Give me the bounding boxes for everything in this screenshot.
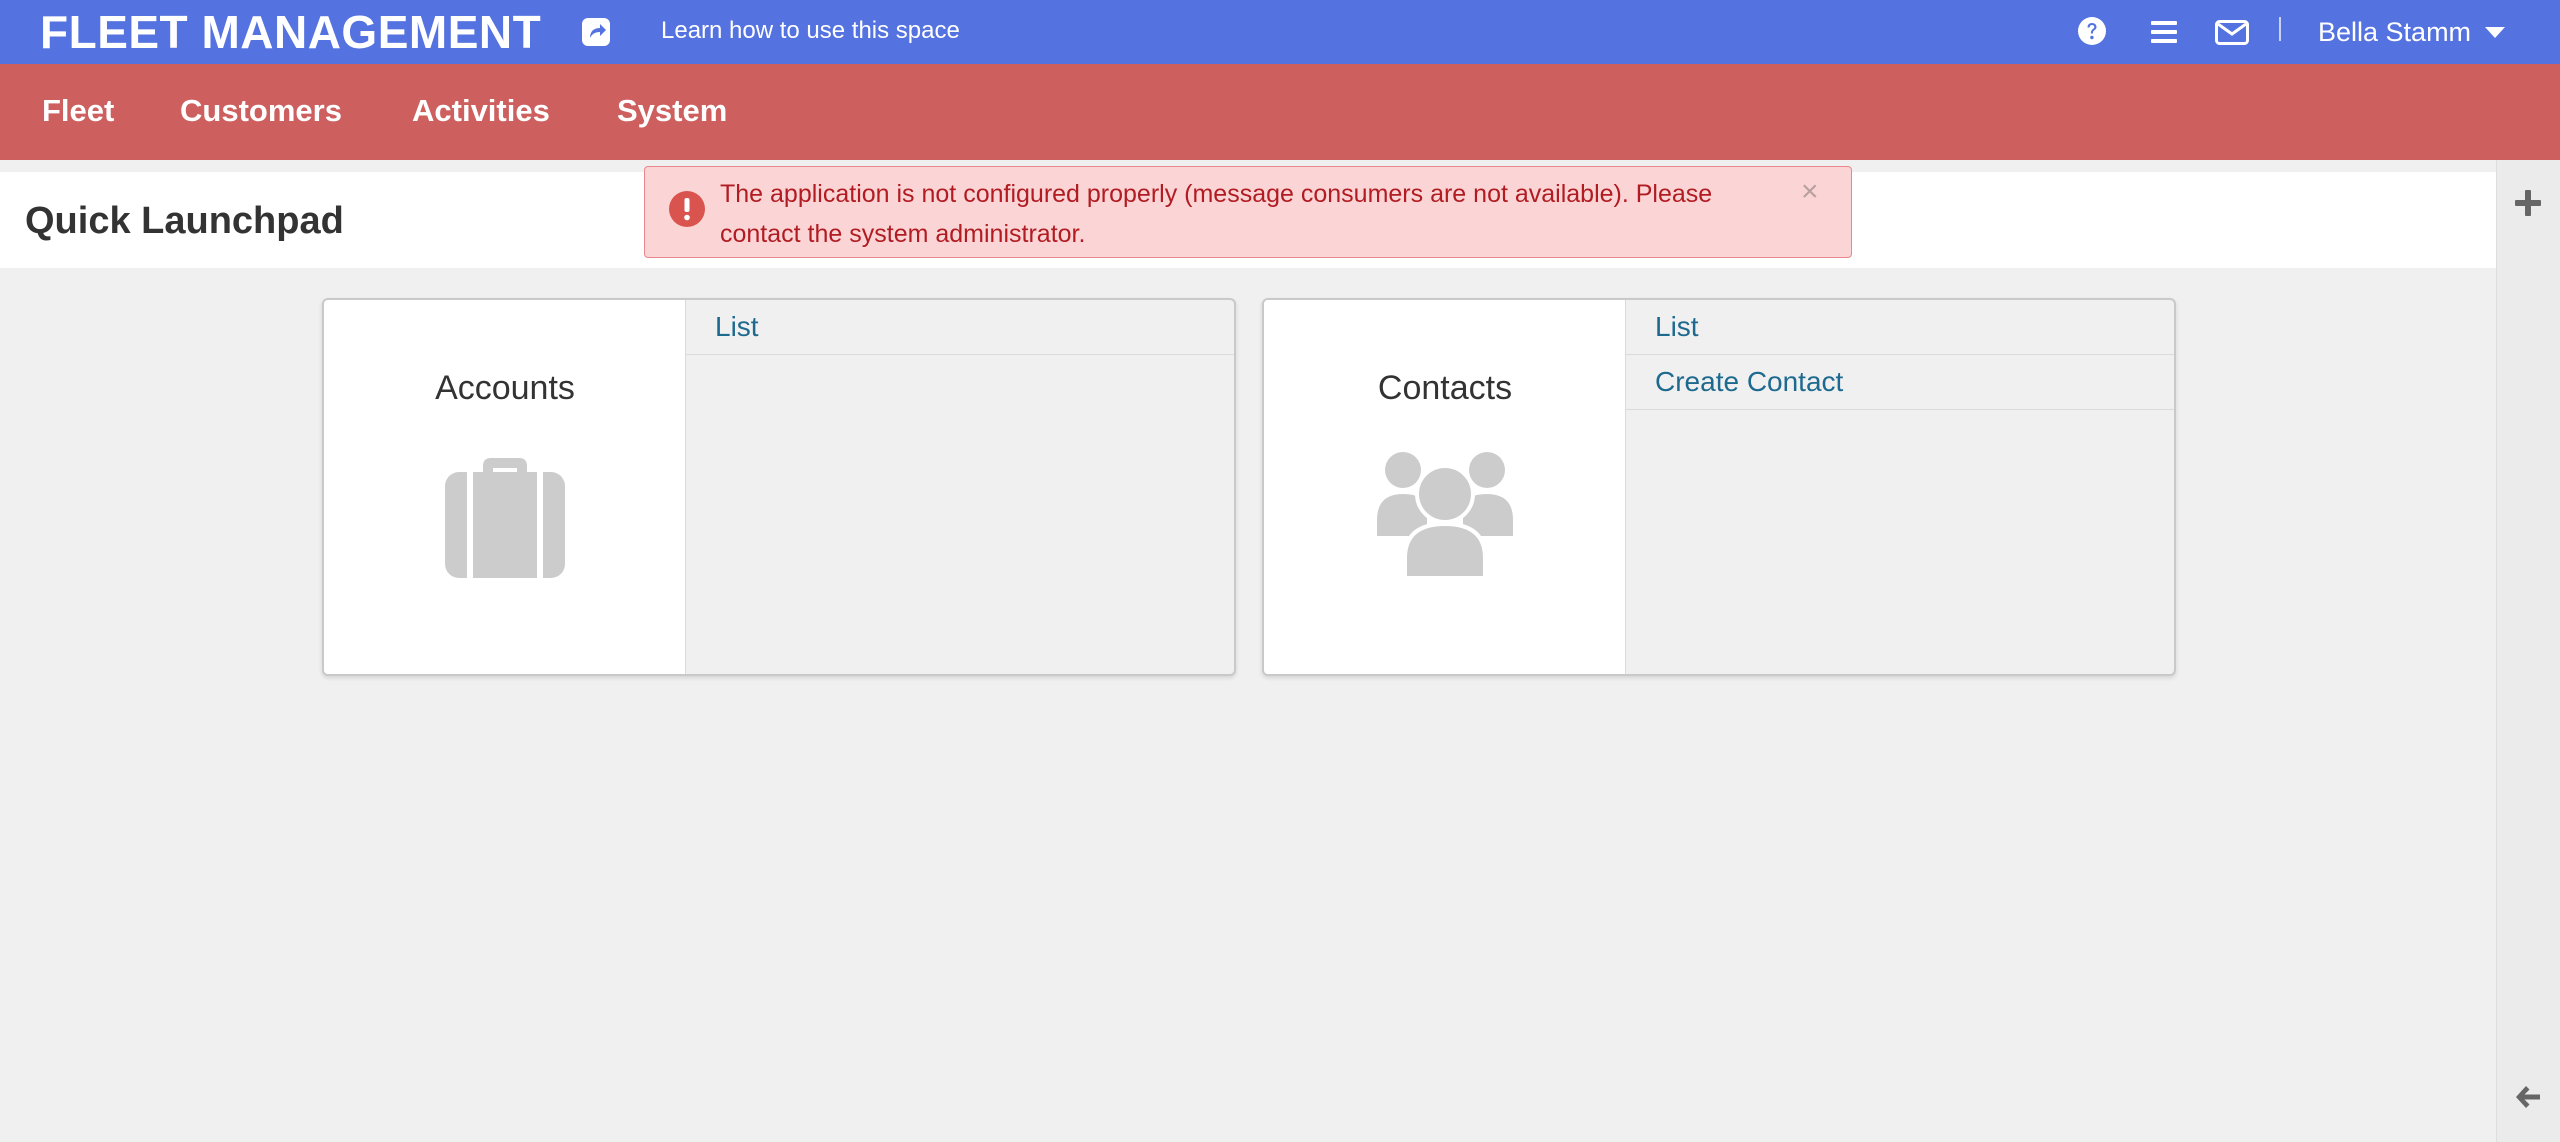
user-name[interactable]: Bella Stamm (2318, 14, 2471, 50)
help-icon[interactable] (2076, 15, 2108, 47)
contacts-card: Contacts List Create Contact (1262, 298, 2176, 676)
nav-item-fleet[interactable]: Fleet (42, 92, 114, 130)
share-icon[interactable] (580, 16, 612, 48)
list-menu-icon[interactable] (2148, 16, 2180, 48)
right-sidebar (2496, 160, 2560, 1142)
contacts-list-link[interactable]: List (1626, 300, 2174, 355)
topbar-divider (2279, 17, 2281, 41)
app-title[interactable]: FLEET MANAGEMENT (40, 6, 541, 58)
error-alert: The application is not configured proper… (644, 166, 1852, 258)
user-menu[interactable]: Bella Stamm (2318, 14, 2506, 50)
learn-how-link[interactable]: Learn how to use this space (661, 17, 960, 45)
card-title: Contacts (1377, 369, 1513, 407)
card-summary: Accounts (324, 300, 686, 674)
create-contact-link[interactable]: Create Contact (1626, 355, 2174, 410)
card-summary: Contacts (1264, 300, 1626, 674)
exclamation-circle-icon (668, 190, 706, 228)
card-links: List (686, 300, 1234, 355)
mail-icon[interactable] (2214, 16, 2250, 48)
nav-item-system[interactable]: System (617, 92, 727, 130)
page-title: Quick Launchpad (25, 200, 344, 242)
users-icon (1264, 450, 1626, 580)
nav-item-activities[interactable]: Activities (412, 92, 550, 130)
plus-icon[interactable] (2513, 188, 2543, 218)
accounts-list-link[interactable]: List (686, 300, 1234, 355)
card-title: Accounts (435, 369, 575, 407)
close-icon[interactable]: × (1801, 177, 1819, 207)
alert-message: The application is not configured proper… (720, 180, 1713, 248)
arrow-left-icon[interactable] (2513, 1082, 2543, 1112)
main-nav: Fleet Customers Activities System (0, 64, 2560, 160)
accounts-card: Accounts List (322, 298, 1236, 676)
caret-down-icon[interactable] (2485, 26, 2506, 38)
card-links: List Create Contact (1626, 300, 2174, 410)
nav-item-customers[interactable]: Customers (180, 92, 342, 130)
briefcase-icon (324, 450, 686, 578)
top-bar: FLEET MANAGEMENT Learn how to use this s… (0, 0, 2560, 64)
